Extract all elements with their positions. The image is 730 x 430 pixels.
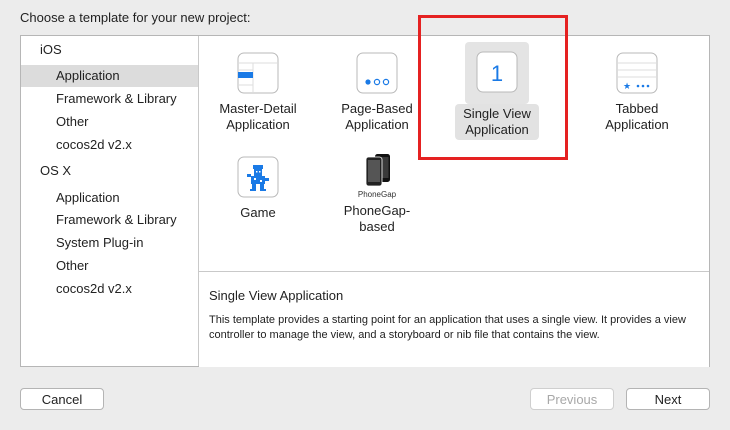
sidebar-item-osx-application[interactable]: Application (21, 187, 198, 209)
single-view-icon: 1 (465, 42, 529, 104)
template-game[interactable]: Game (198, 156, 318, 223)
description-title: Single View Application (209, 288, 344, 303)
sidebar-header-osx: OS X (40, 163, 72, 178)
platform-sidebar: iOS Application Framework & Library Othe… (21, 36, 199, 366)
template-label: Page-Based Application (341, 101, 413, 132)
template-master-detail[interactable]: Master-Detail Application (198, 52, 318, 135)
sidebar-header-ios: iOS (40, 42, 62, 57)
sidebar-item-osx-framework-library[interactable]: Framework & Library (21, 209, 198, 231)
game-icon (237, 156, 279, 198)
page-based-icon (356, 52, 398, 94)
svg-text:★: ★ (623, 82, 631, 92)
phonegap-icon: PhoneGap (352, 152, 402, 200)
single-view-glyph: 1 (491, 61, 503, 86)
template-tabbed[interactable]: ★ Tabbed Application (577, 52, 697, 135)
template-label: Single View Application (455, 104, 539, 140)
next-button[interactable]: Next (626, 388, 710, 410)
sidebar-item-osx-cocos2d[interactable]: cocos2d v2.x (21, 278, 198, 300)
template-label: PhoneGap- based (343, 203, 411, 234)
template-chooser: iOS Application Framework & Library Othe… (20, 35, 710, 367)
template-label: Master-Detail Application (219, 101, 297, 132)
template-label: Tabbed Application (605, 101, 669, 132)
description-body: This template provides a starting point … (209, 314, 686, 341)
prompt-label: Choose a template for your new project: (20, 10, 251, 25)
template-grid: Master-Detail Application Page-Based App… (199, 36, 709, 270)
previous-button[interactable]: Previous (530, 388, 614, 410)
sidebar-item-osx-other[interactable]: Other (21, 255, 198, 277)
template-single-view[interactable]: 1 Single View Application (437, 42, 557, 140)
sidebar-item-ios-other[interactable]: Other (21, 111, 198, 133)
tabbed-icon: ★ (616, 52, 658, 94)
master-detail-icon (237, 52, 279, 94)
cancel-button[interactable]: Cancel (20, 388, 104, 410)
template-phonegap[interactable]: PhoneGap PhoneGap- based (317, 152, 437, 237)
sidebar-item-osx-system-plugin[interactable]: System Plug-in (21, 232, 198, 254)
sidebar-item-ios-framework-library[interactable]: Framework & Library (21, 88, 198, 110)
template-page-based[interactable]: Page-Based Application (317, 52, 437, 135)
template-label: Game (240, 205, 276, 220)
phonegap-brand-text: PhoneGap (358, 190, 397, 199)
template-description-panel: Single View Application This template pr… (199, 271, 709, 367)
sidebar-item-ios-cocos2d[interactable]: cocos2d v2.x (21, 134, 198, 156)
sidebar-item-ios-application[interactable]: Application (21, 65, 198, 87)
